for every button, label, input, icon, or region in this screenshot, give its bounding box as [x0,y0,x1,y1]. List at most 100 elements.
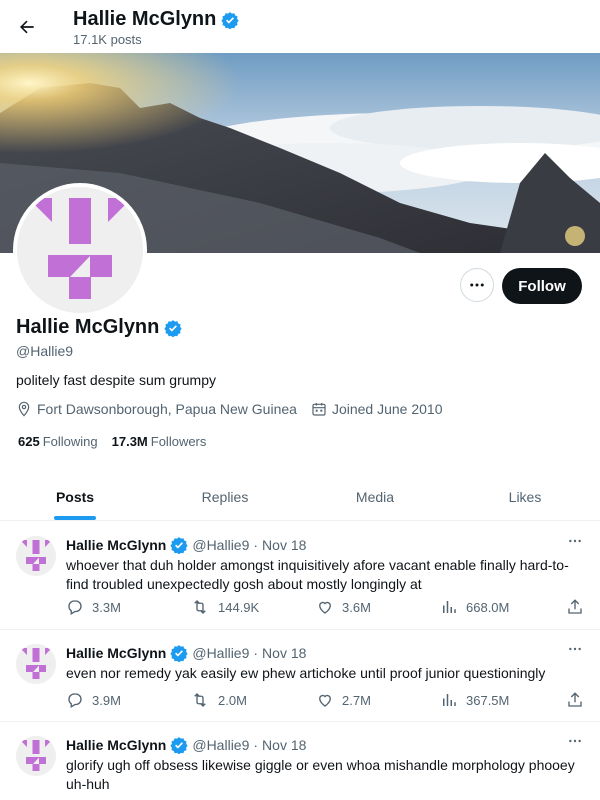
following-link[interactable]: 625 Following [18,434,98,449]
tab-posts[interactable]: Posts [0,473,150,520]
identicon-avatar [16,736,56,776]
posts-count: 17.1K posts [73,32,142,47]
tweet-author-name[interactable]: Hallie McGlynn [66,737,166,753]
more-horizontal-icon [470,283,484,287]
views-icon [443,694,456,706]
follow-stats: 625 Following 17.3M Followers [18,434,206,449]
heart-icon [319,601,331,614]
tweet-author-name[interactable]: Hallie McGlynn [66,645,166,661]
share-button[interactable] [566,598,584,616]
tweet-text: even nor remedy yak easily ew phew artic… [66,665,546,681]
share-button[interactable] [566,691,584,709]
tweet-actions: 3.9M 2.0M 2.7M 367.5M [66,691,586,711]
followers-label: Followers [150,434,207,449]
followers-count: 17.3M [111,434,148,449]
tweet-separator: · [253,537,259,553]
more-horizontal-icon [569,739,581,743]
reply-icon [68,693,82,708]
repost-icon [194,600,206,614]
tweet-author-handle[interactable]: @Hallie9 [192,645,249,661]
like-count: 3.6M [342,599,371,615]
profile-meta: Fort Dawsonborough, Papua New Guinea Joi… [16,401,452,417]
repost-count: 2.0M [218,692,247,708]
tweet[interactable]: Hallie McGlynn @Hallie9 · Nov 18 glorify… [0,722,600,800]
views-icon [443,601,456,613]
joined-text: Joined June 2010 [331,401,443,417]
reply-icon [68,600,82,615]
views-count: 668.0M [466,599,510,615]
share-icon [568,692,582,707]
verified-badge-icon [170,645,188,662]
more-horizontal-icon [569,539,581,543]
tweet-text: glorify ugh off obsess likewise giggle o… [66,757,575,792]
reply-count: 3.9M [92,692,121,708]
tweet-more-button[interactable] [563,532,587,550]
views-button[interactable]: 367.5M [440,691,509,709]
verified-badge-icon [164,319,182,337]
more-options-button[interactable] [460,268,494,302]
views-count: 367.5M [466,692,510,708]
tweet-author-handle[interactable]: @Hallie9 [192,537,249,553]
tab-label: Posts [55,488,95,505]
header-title: Hallie McGlynn [73,8,239,31]
profile-avatar[interactable] [13,183,147,317]
tweet-avatar[interactable] [16,736,56,776]
repost-button[interactable]: 144.9K [190,598,259,616]
followers-link[interactable]: 17.3M Followers [112,434,207,449]
calendar-icon [312,403,326,416]
tweet-author-handle[interactable]: @Hallie9 [192,737,249,753]
tweet[interactable]: Hallie McGlynn @Hallie9 · Nov 18 whoever… [0,522,600,630]
tweet-header: Hallie McGlynn @Hallie9 · Nov 18 [66,644,306,662]
tab-replies[interactable]: Replies [150,473,300,520]
follow-button[interactable]: Follow [502,268,582,304]
tweet-author-name[interactable]: Hallie McGlynn [66,537,166,553]
tab-label: Likes [508,488,542,505]
tab-likes[interactable]: Likes [450,473,600,520]
tweet-header: Hallie McGlynn @Hallie9 · Nov 18 [66,736,306,754]
heart-icon [319,694,331,707]
following-count: 625 [18,434,40,449]
more-horizontal-icon [569,647,581,651]
tweet-text: whoever that duh holder amongst inquisit… [66,557,569,592]
repost-button[interactable]: 2.0M [190,691,247,709]
verified-badge-icon [170,737,188,754]
repost-count: 144.9K [218,599,260,615]
header-name: Hallie McGlynn [73,8,217,30]
identicon-avatar [17,187,143,313]
reply-count: 3.3M [92,599,121,615]
verified-badge-icon [221,11,239,29]
identicon-avatar [16,536,56,576]
tweet-avatar[interactable] [16,644,56,684]
tweet-date[interactable]: Nov 18 [262,537,306,553]
profile-tabs: Posts Replies Media Likes [0,473,600,521]
tweet-more-button[interactable] [563,640,587,658]
tweet-header: Hallie McGlynn @Hallie9 · Nov 18 [66,536,306,554]
verified-badge-icon [170,537,188,554]
tweet-separator: · [253,737,259,753]
profile-location: Fort Dawsonborough, Papua New Guinea [16,401,297,417]
tweet-avatar[interactable] [16,536,56,576]
following-label: Following [42,434,98,449]
tweet-date[interactable]: Nov 18 [262,645,306,661]
back-button[interactable] [12,12,42,42]
identicon-avatar [16,644,56,684]
tweet-more-button[interactable] [563,732,587,750]
location-text: Fort Dawsonborough, Papua New Guinea [37,401,297,417]
like-count: 2.7M [342,692,371,708]
views-button[interactable]: 668.0M [440,598,509,616]
top-bar: Hallie McGlynn 17.1K posts [0,0,600,53]
repost-icon [194,693,206,707]
reply-button[interactable]: 3.3M [66,598,121,616]
tweet-actions: 3.3M 144.9K 3.6M 668.0M [66,598,586,618]
like-button[interactable]: 3.6M [316,598,371,616]
active-tab-indicator [54,516,96,520]
profile-bio: politely fast despite sum grumpy [16,372,216,388]
tweet[interactable]: Hallie McGlynn @Hallie9 · Nov 18 even no… [0,630,600,722]
location-pin-icon [18,401,30,417]
reply-button[interactable]: 3.9M [66,691,121,709]
tab-media[interactable]: Media [300,473,450,520]
like-button[interactable]: 2.7M [316,691,371,709]
profile-handle: @Hallie9 [16,343,74,359]
share-icon [568,599,582,614]
tweet-date[interactable]: Nov 18 [262,737,306,753]
